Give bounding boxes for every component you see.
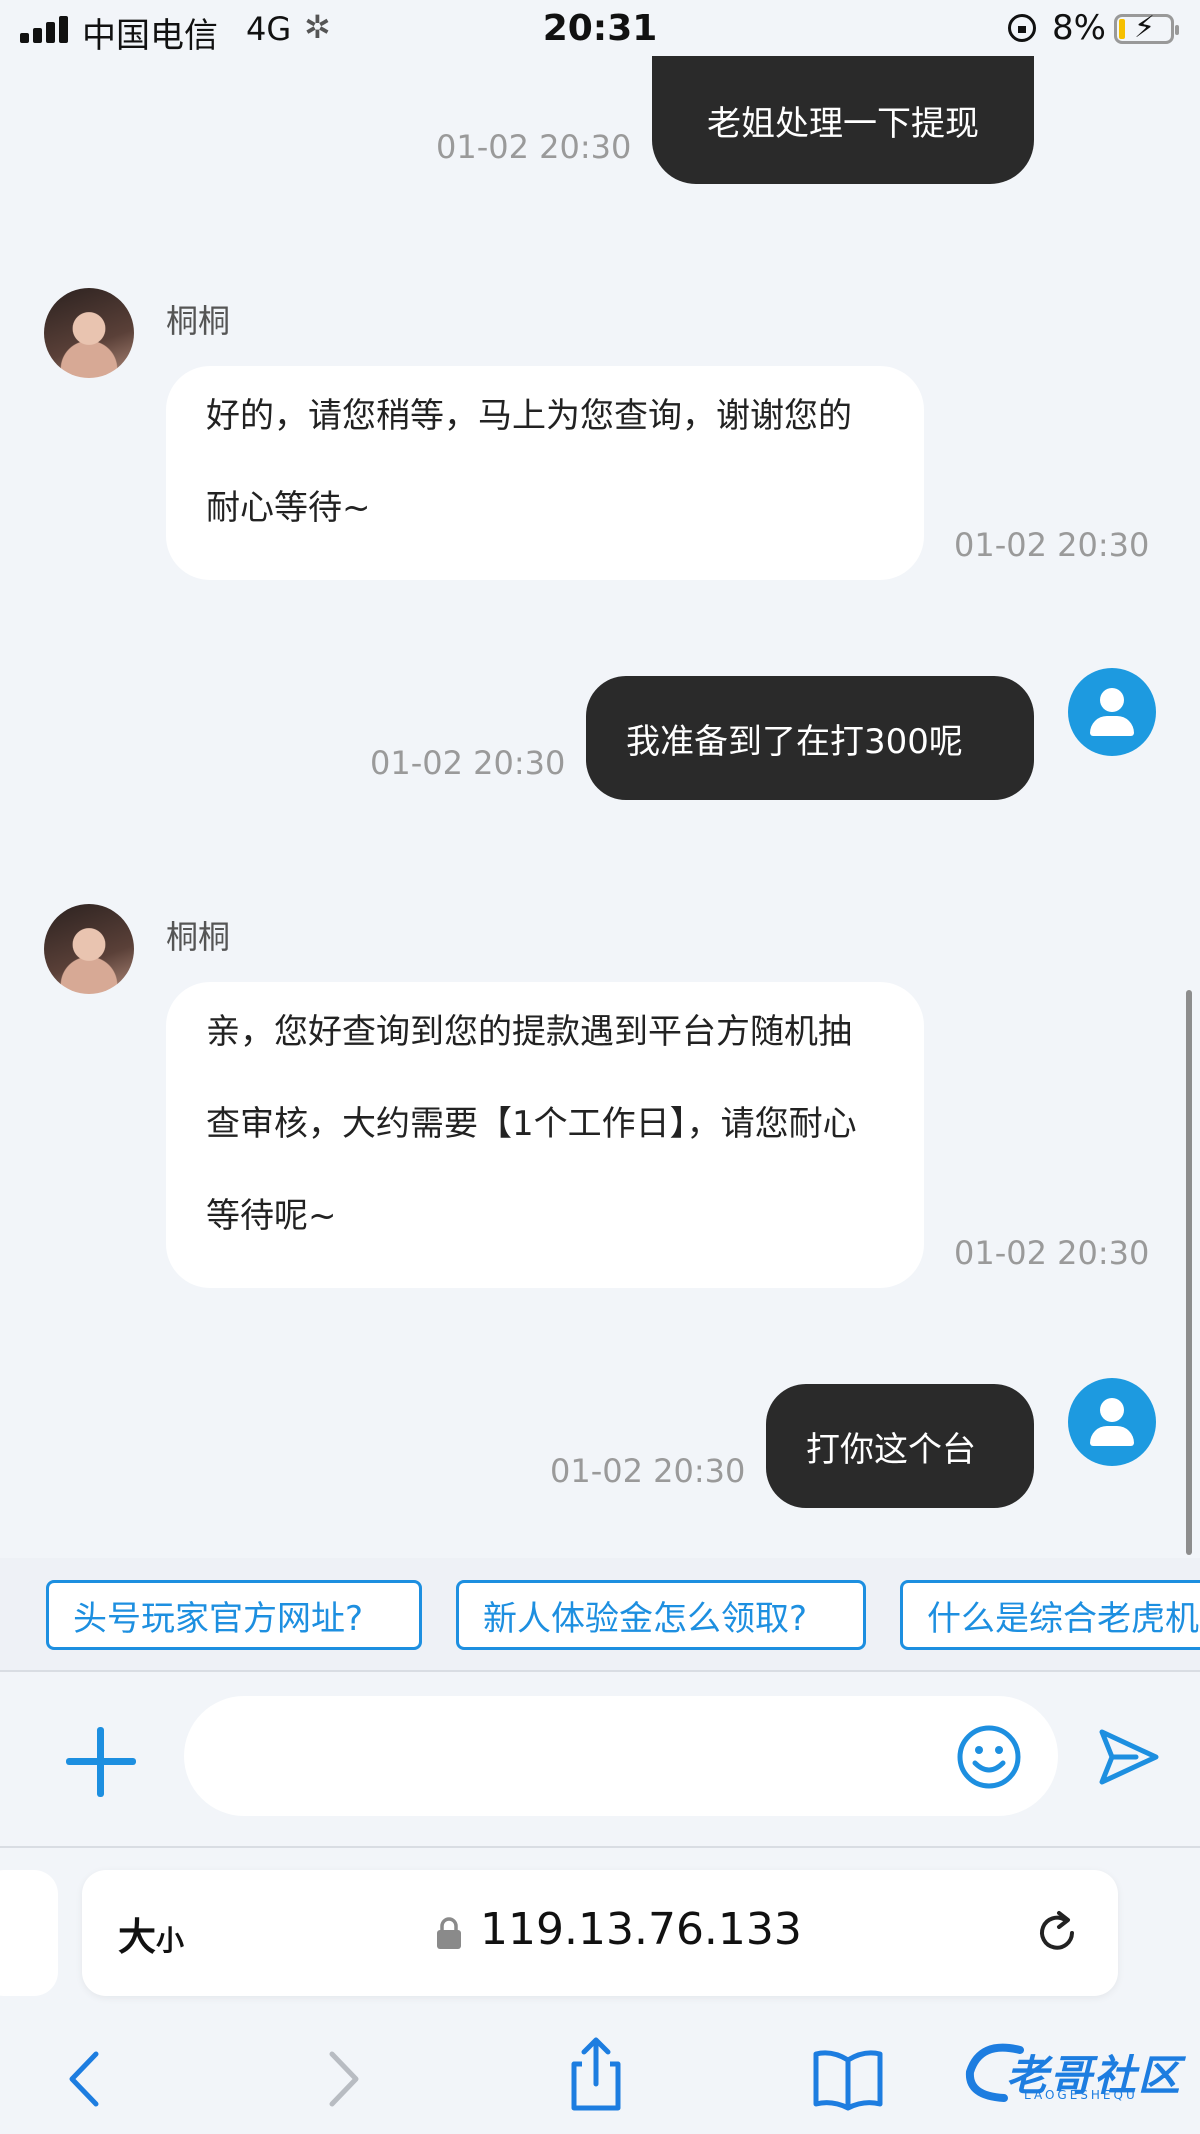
user-avatar[interactable] <box>1068 668 1156 756</box>
message-bubble[interactable]: 老姐处理一下提现 <box>652 56 1034 184</box>
quick-reply-chip[interactable]: 什么是综合老虎机 <box>900 1580 1200 1650</box>
user-avatar[interactable] <box>1068 1378 1156 1466</box>
message-timestamp: 01-02 20:30 <box>954 1234 1150 1272</box>
sender-name: 桐桐 <box>166 918 231 956</box>
message-timestamp: 01-02 20:30 <box>550 1452 746 1490</box>
plus-icon[interactable] <box>66 1727 136 1797</box>
message-timestamp: 01-02 20:30 <box>954 526 1150 564</box>
browser-chrome: 大小 119.13.76.133 老哥社区 LAOGESHEQU <box>0 1848 1200 2134</box>
quick-reply-chip[interactable]: 新人体验金怎么领取? <box>456 1580 866 1650</box>
bookmarks-icon[interactable] <box>808 2044 888 2114</box>
lock-icon <box>437 1917 461 1949</box>
forward-icon[interactable] <box>304 2044 384 2114</box>
back-icon[interactable] <box>44 2044 124 2114</box>
message-bubble[interactable]: 亲，您好查询到您的提款遇到平台方随机抽查审核，大约需要【1个工作日】，请您耐心等… <box>166 982 924 1288</box>
message-bubble[interactable]: 好的，请您稍等，马上为您查询，谢谢您的耐心等待~ <box>166 366 924 580</box>
watermark-subtext: LAOGESHEQU <box>1024 2088 1138 2102</box>
emoji-icon[interactable] <box>956 1724 1022 1790</box>
agent-avatar[interactable] <box>44 904 134 994</box>
text-size-button[interactable]: 大小 <box>118 1906 184 1961</box>
message-input[interactable] <box>184 1696 1058 1816</box>
sender-name: 桐桐 <box>166 302 231 340</box>
quick-reply-bar[interactable]: 头号玩家官方网址? 新人体验金怎么领取? 什么是综合老虎机 <box>0 1558 1200 1672</box>
chat-scrollbar[interactable] <box>1186 990 1192 1555</box>
send-icon[interactable] <box>1096 1726 1162 1788</box>
quick-reply-chip[interactable]: 头号玩家官方网址? <box>46 1580 422 1650</box>
message-bubble[interactable]: 我准备到了在打300呢 <box>586 676 1034 800</box>
message-timestamp: 01-02 20:30 <box>436 128 632 166</box>
agent-avatar[interactable] <box>44 288 134 378</box>
url-text[interactable]: 119.13.76.133 <box>480 1904 802 1955</box>
message-timestamp: 01-02 20:30 <box>370 744 566 782</box>
message-composer <box>0 1672 1200 1848</box>
previous-tab-card[interactable] <box>0 1870 58 1996</box>
reload-icon[interactable] <box>1032 1908 1082 1958</box>
share-icon[interactable] <box>556 2034 636 2114</box>
address-bar[interactable]: 大小 119.13.76.133 <box>82 1870 1118 1996</box>
message-bubble[interactable]: 打你这个台 <box>766 1384 1034 1508</box>
chat-message-list[interactable]: 01-02 20:30 老姐处理一下提现 桐桐 好的，请您稍等，马上为您查询，谢… <box>0 0 1200 1558</box>
watermark-logo: 老哥社区 LAOGESHEQU <box>960 2036 1190 2106</box>
